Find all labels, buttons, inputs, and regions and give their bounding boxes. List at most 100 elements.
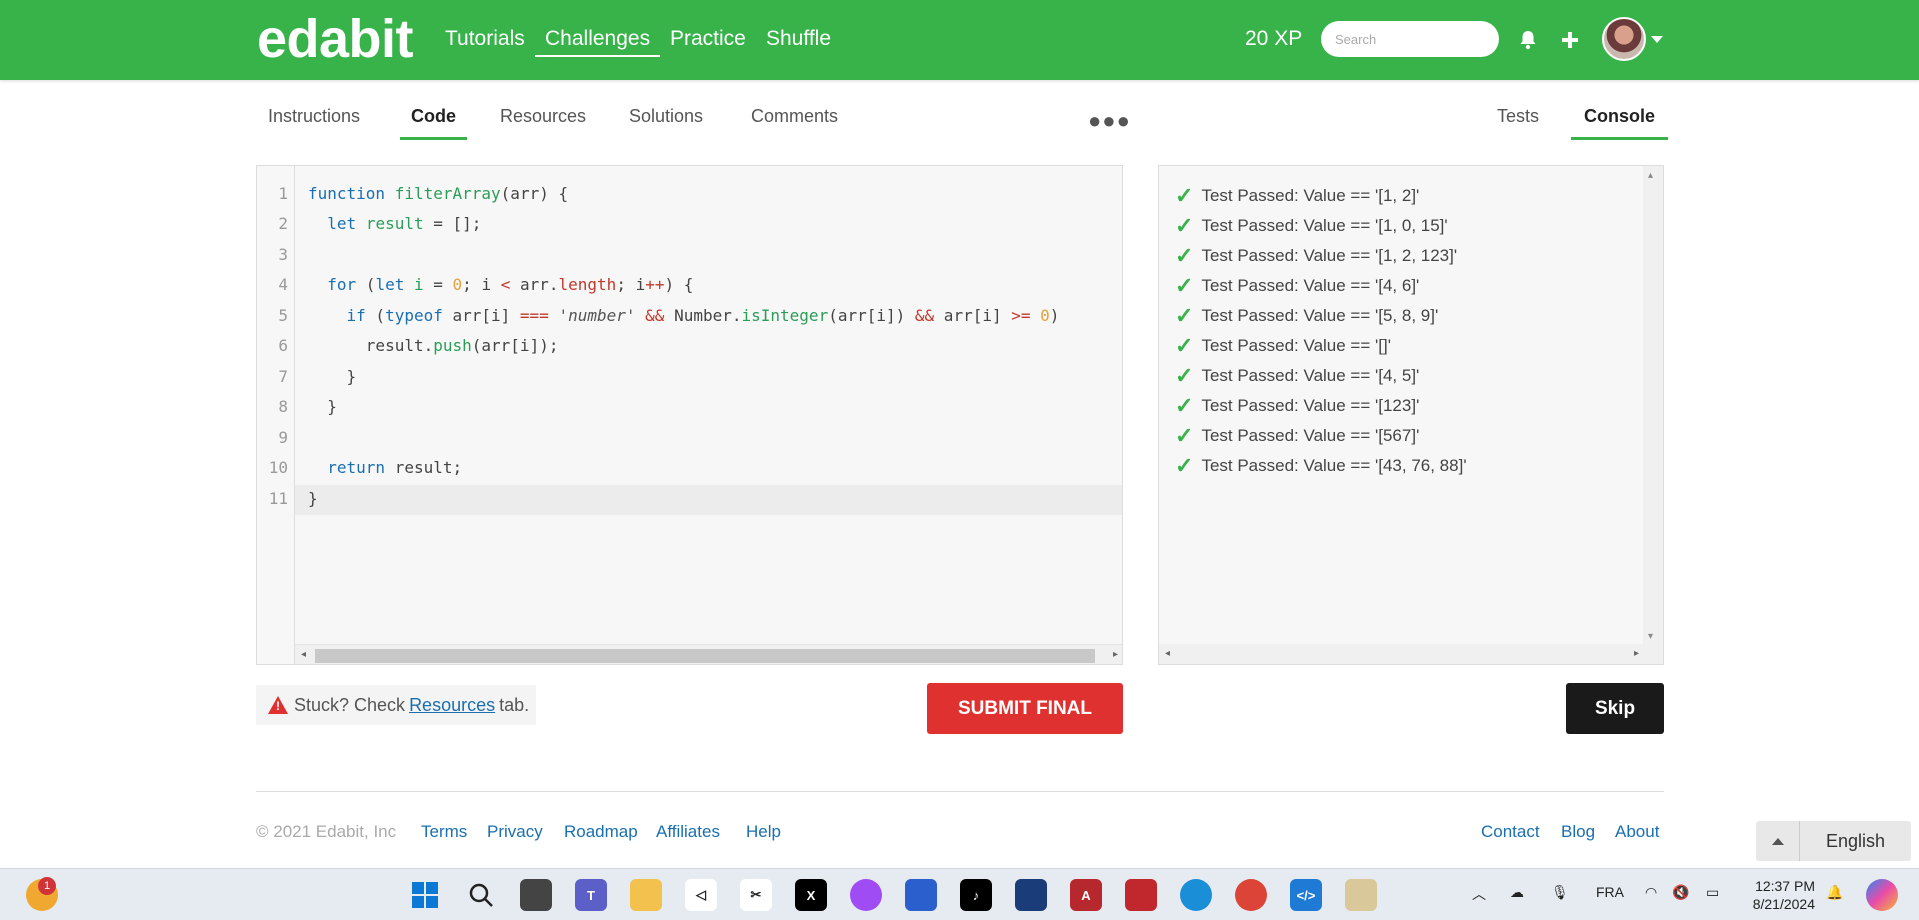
check-icon: ✓ xyxy=(1175,273,1194,298)
edge-icon[interactable] xyxy=(1180,879,1212,911)
line-number: 2 xyxy=(278,214,288,233)
nav-shuffle[interactable]: Shuffle xyxy=(766,27,831,51)
check-icon: ✓ xyxy=(1175,183,1194,208)
nav-challenges[interactable]: Challenges xyxy=(535,27,661,57)
user-avatar[interactable] xyxy=(1602,17,1646,61)
skip-button[interactable]: Skip xyxy=(1566,683,1664,734)
bell-icon[interactable] xyxy=(1514,26,1542,54)
notification-bell-icon[interactable]: 🔔 xyxy=(1826,884,1843,901)
scrollbar-thumb[interactable] xyxy=(315,649,1095,663)
file-explorer-icon[interactable] xyxy=(630,879,662,911)
code-editor[interactable]: 1 2 3 4 5 6 7 8 9 10 11 function filterA… xyxy=(256,165,1123,665)
tab-comments[interactable]: Comments xyxy=(751,106,838,137)
chevron-up-icon[interactable]: ︿ xyxy=(1472,884,1486,904)
tab-console[interactable]: Console xyxy=(1571,106,1669,140)
tab-solutions[interactable]: Solutions xyxy=(629,106,703,137)
line-number: 7 xyxy=(278,367,288,386)
chrome-icon[interactable] xyxy=(1235,879,1267,911)
footer-link-contact[interactable]: Contact xyxy=(1481,822,1540,842)
edabit-logo[interactable]: edabit xyxy=(257,8,414,70)
tab-code[interactable]: Code xyxy=(400,106,467,140)
code-line[interactable]: return result; xyxy=(308,458,462,477)
system-clock[interactable]: 12:37 PM 8/21/2024 xyxy=(1743,877,1815,913)
language-selector[interactable]: English xyxy=(1756,821,1911,861)
tab-resources[interactable]: Resources xyxy=(500,106,586,137)
footer-link-roadmap[interactable]: Roadmap xyxy=(564,822,638,842)
footer-link-privacy[interactable]: Privacy xyxy=(487,822,543,842)
check-icon: ✓ xyxy=(1175,423,1194,448)
footer-link-help[interactable]: Help xyxy=(746,822,781,842)
access-icon[interactable]: A xyxy=(1070,879,1102,911)
plus-icon[interactable] xyxy=(1556,26,1584,54)
nav-tutorials[interactable]: Tutorials xyxy=(445,27,525,51)
microsoft-store-icon[interactable] xyxy=(905,879,937,911)
battery-icon[interactable]: ▭ xyxy=(1706,884,1719,901)
check-icon: ✓ xyxy=(1175,303,1194,328)
x-twitter-icon[interactable]: X xyxy=(795,879,827,911)
active-line-highlight xyxy=(295,485,1122,515)
check-icon: ✓ xyxy=(1175,363,1194,388)
check-icon: ✓ xyxy=(1175,453,1194,478)
line-number: 6 xyxy=(278,336,288,355)
tab-instructions[interactable]: Instructions xyxy=(268,106,360,137)
messenger-icon[interactable] xyxy=(850,879,882,911)
search-input[interactable] xyxy=(1321,21,1499,57)
code-line[interactable]: } xyxy=(308,489,318,508)
copilot-icon[interactable] xyxy=(1866,879,1898,911)
volume-muted-icon[interactable]: 🔇 xyxy=(1672,884,1689,901)
vpn-shield-icon[interactable] xyxy=(1015,879,1047,911)
more-options-icon[interactable]: ●●● xyxy=(1088,108,1131,134)
console-output: ✓ Test Passed: Value == '[1, 2]' ✓ Test Pa… xyxy=(1158,165,1664,665)
input-language[interactable]: FRA xyxy=(1596,884,1624,900)
scroll-right-icon[interactable]: ▸ xyxy=(1113,649,1118,660)
scroll-down-icon[interactable]: ▾ xyxy=(1648,631,1653,642)
top-navbar: edabit Tutorials Challenges Practice Shu… xyxy=(0,0,1919,80)
tab-tests[interactable]: Tests xyxy=(1497,106,1539,137)
code-line[interactable]: function filterArray(arr) { xyxy=(308,184,568,203)
code-line[interactable]: if (typeof arr[i] === 'number' && Number… xyxy=(308,306,1060,325)
scroll-left-icon[interactable]: ◂ xyxy=(1165,648,1170,659)
scroll-right-icon[interactable]: ▸ xyxy=(1634,648,1639,659)
console-vertical-scrollbar[interactable]: ▴ ▾ xyxy=(1643,166,1663,646)
weather-badge: 1 xyxy=(38,877,56,895)
scroll-left-icon[interactable]: ◂ xyxy=(301,649,306,660)
footer-link-affiliates[interactable]: Affiliates xyxy=(656,822,720,842)
tiktok-icon[interactable]: ♪ xyxy=(960,879,992,911)
footer-link-about[interactable]: About xyxy=(1615,822,1659,842)
search-icon[interactable] xyxy=(465,879,497,911)
nav-practice[interactable]: Practice xyxy=(670,27,746,51)
resources-link[interactable]: Resources xyxy=(409,695,495,716)
teams-icon[interactable]: T xyxy=(575,879,607,911)
test-result: ✓ Test Passed: Value == '[1, 0, 15]' xyxy=(1175,213,1448,238)
line-number: 4 xyxy=(278,275,288,294)
submit-final-button[interactable]: SUBMIT FINAL xyxy=(927,683,1123,734)
line-number: 1 xyxy=(278,184,288,203)
code-line[interactable]: result.push(arr[i]); xyxy=(308,336,559,355)
wifi-icon[interactable]: ◠ xyxy=(1645,884,1657,901)
footer-link-blog[interactable]: Blog xyxy=(1561,822,1595,842)
chevron-down-icon[interactable] xyxy=(1651,36,1663,43)
chevron-up-icon[interactable] xyxy=(1756,821,1800,861)
footer-link-terms[interactable]: Terms xyxy=(421,822,467,842)
task-view-icon[interactable] xyxy=(520,879,552,911)
code-line[interactable]: let result = []; xyxy=(308,214,481,233)
line-number-gutter: 1 2 3 4 5 6 7 8 9 10 11 xyxy=(257,166,295,664)
check-icon: ✓ xyxy=(1175,243,1194,268)
console-horizontal-scrollbar[interactable]: ◂ ▸ xyxy=(1159,644,1663,664)
code-line[interactable]: } xyxy=(308,367,357,386)
windows-start-icon[interactable] xyxy=(409,879,441,911)
microphone-icon[interactable]: 🎙 xyxy=(1551,884,1569,901)
code-line[interactable]: } xyxy=(308,397,337,416)
notepad-icon[interactable] xyxy=(1345,879,1377,911)
scroll-up-icon[interactable]: ▴ xyxy=(1648,170,1653,181)
onedrive-icon[interactable]: ☁ xyxy=(1510,884,1524,901)
check-icon: ✓ xyxy=(1175,333,1194,358)
test-result: ✓ Test Passed: Value == '[123]' xyxy=(1175,393,1420,418)
capcut-icon[interactable]: ◁ xyxy=(685,879,717,911)
recorder-icon[interactable] xyxy=(1125,879,1157,911)
test-result: ✓ Test Passed: Value == '[5, 8, 9]' xyxy=(1175,303,1439,328)
editor-horizontal-scrollbar[interactable]: ◂ ▸ xyxy=(295,644,1122,664)
code-line[interactable]: for (let i = 0; i < arr.length; i++) { xyxy=(308,275,693,294)
vscode-icon[interactable]: </> xyxy=(1290,879,1322,911)
capcut-alt-icon[interactable]: ✂ xyxy=(740,879,772,911)
